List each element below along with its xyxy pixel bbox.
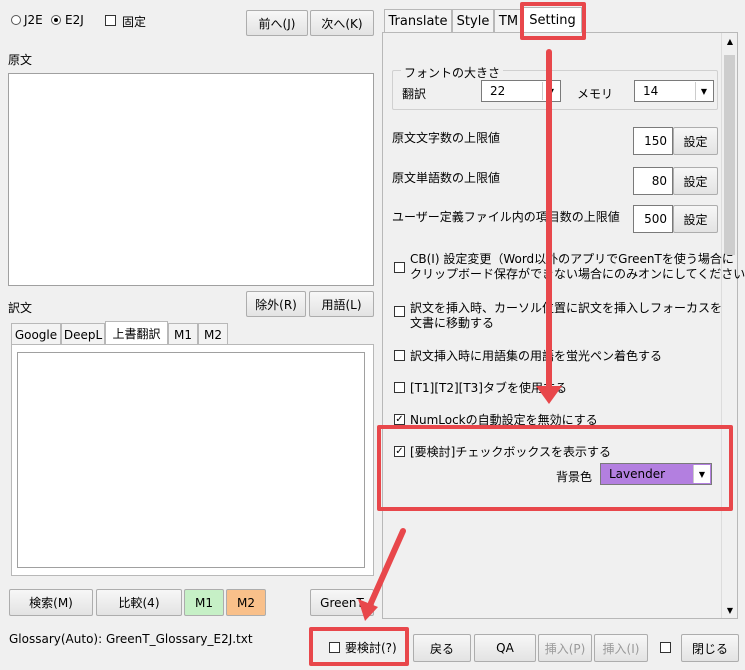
- tab-style[interactable]: Style: [452, 9, 494, 33]
- tab-translate[interactable]: Translate: [384, 9, 452, 33]
- option-cb-label: CB(I) 設定変更（Word以外のアプリでGreenTを使う場合に クリップボ…: [410, 252, 745, 281]
- limit-userdef-items-set-button[interactable]: 設定: [673, 205, 718, 233]
- glossary-status: Glossary(Auto): GreenT_Glossary_E2J.txt: [9, 632, 253, 646]
- insert-p-button[interactable]: 挿入(P): [538, 634, 592, 662]
- fixed-checkbox[interactable]: [105, 15, 116, 26]
- option-highlight-checkbox[interactable]: [394, 350, 405, 361]
- fixed-label: 固定: [122, 15, 147, 29]
- tab-m1[interactable]: M1: [168, 323, 198, 345]
- limit-source-chars-set-button[interactable]: 設定: [673, 127, 718, 155]
- font-size-group-title: フォントの大きさ: [401, 64, 504, 81]
- limit-userdef-items-input[interactable]: 500: [633, 205, 673, 233]
- terms-button[interactable]: 用語(L): [309, 291, 374, 317]
- option-numlock-checkbox[interactable]: ✓: [394, 414, 405, 425]
- option-insert-cursor-label: 訳文を挿入時、カーソル位置に訳文を挿入しフォーカスを 文書に移動する: [410, 301, 723, 330]
- e2j-label: E2J: [65, 13, 84, 27]
- limit-source-words-set-button[interactable]: 設定: [673, 167, 718, 195]
- tab-deepl[interactable]: DeepL: [61, 323, 105, 345]
- translation-textarea[interactable]: [17, 352, 365, 568]
- insert-i-button[interactable]: 挿入(I): [594, 634, 648, 662]
- next-button[interactable]: 次へ(K): [310, 10, 374, 36]
- m1-button[interactable]: M1: [184, 589, 224, 616]
- chevron-down-icon: ▼: [695, 82, 712, 100]
- tab-tm[interactable]: TM: [494, 9, 523, 33]
- limit-userdef-items-label: ユーザー定義ファイル内の項目数の上限値: [392, 210, 620, 224]
- translation-font-label: 翻訳: [402, 87, 427, 101]
- m2-button[interactable]: M2: [226, 589, 266, 616]
- option-t-tabs-checkbox[interactable]: [394, 382, 405, 393]
- tab-google[interactable]: Google: [11, 323, 61, 345]
- extra-checkbox[interactable]: [660, 642, 671, 653]
- down-arrow-icon: [536, 49, 562, 404]
- j2e-label: J2E: [24, 13, 43, 27]
- settings-scrollbar[interactable]: ▲ ▼: [721, 33, 737, 618]
- option-cb-checkbox[interactable]: [394, 262, 405, 273]
- limit-source-words-label: 原文単語数の上限値: [392, 171, 501, 185]
- source-textarea[interactable]: [8, 73, 374, 286]
- back-button[interactable]: 戻る: [413, 634, 471, 662]
- review-option-highlight: [377, 425, 733, 511]
- compare-button[interactable]: 比較(4): [96, 589, 182, 616]
- limit-source-chars-input[interactable]: 150: [633, 127, 673, 155]
- option-insert-cursor-checkbox[interactable]: [394, 306, 405, 317]
- memory-font-label: メモリ: [577, 87, 614, 101]
- tab-m2[interactable]: M2: [198, 323, 228, 345]
- memory-font-select[interactable]: 14 ▼: [634, 80, 714, 102]
- diagonal-arrow-icon: [358, 528, 406, 621]
- translation-label: 訳文: [8, 301, 33, 315]
- scroll-up-icon[interactable]: ▲: [722, 33, 738, 49]
- memory-font-value: 14: [643, 84, 659, 98]
- prev-button[interactable]: 前へ(J): [246, 10, 308, 36]
- exclude-button[interactable]: 除外(R): [246, 291, 306, 317]
- review-checkbox-highlight: [309, 627, 409, 666]
- e2j-radio[interactable]: [51, 15, 61, 25]
- limit-source-chars-label: 原文文字数の上限値: [392, 131, 501, 145]
- translation-font-value: 22: [490, 84, 506, 98]
- search-button[interactable]: 検索(M): [9, 589, 93, 616]
- scroll-thumb[interactable]: [724, 55, 735, 255]
- close-button[interactable]: 閉じる: [681, 634, 739, 662]
- qa-button[interactable]: QA: [474, 634, 536, 662]
- limit-source-words-input[interactable]: 80: [633, 167, 673, 195]
- source-label: 原文: [8, 53, 33, 67]
- setting-tab-highlight: [520, 2, 586, 40]
- scroll-down-icon[interactable]: ▼: [722, 602, 738, 618]
- tab-overwrite[interactable]: 上書翻訳: [105, 321, 168, 345]
- j2e-radio[interactable]: [11, 15, 21, 25]
